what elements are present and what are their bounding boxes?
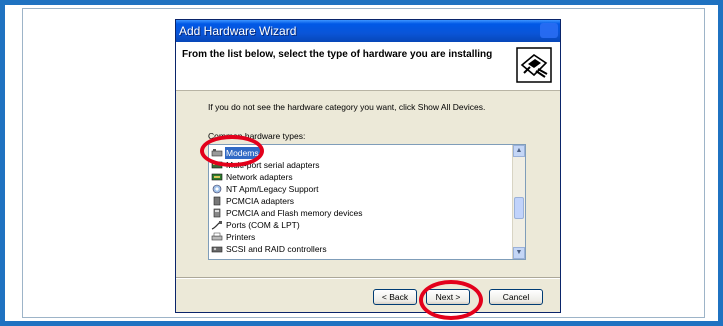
scrollbar-thumb[interactable] xyxy=(514,197,524,219)
button-separator xyxy=(176,277,560,279)
list-item-label: Network adapters xyxy=(226,172,293,182)
back-button[interactable]: < Back xyxy=(373,289,417,305)
list-item[interactable]: PCMCIA and Flash memory devices xyxy=(211,207,364,219)
printer-icon xyxy=(211,232,225,242)
list-item[interactable]: NT Apm/Legacy Support xyxy=(211,183,364,195)
list-item[interactable]: Network adapters xyxy=(211,171,364,183)
serial-adapter-icon xyxy=(211,160,225,170)
flash-memory-icon xyxy=(211,208,225,218)
title-bar[interactable]: Add Hardware Wizard xyxy=(176,20,560,42)
list-item[interactable]: Multi-port serial adapters xyxy=(211,159,364,171)
instruction-text: If you do not see the hardware category … xyxy=(208,102,486,112)
list-item-label: Ports (COM & LPT) xyxy=(226,220,300,230)
list-item-label: Multi-port serial adapters xyxy=(226,160,320,170)
list-item[interactable]: PCMCIA adapters xyxy=(211,195,364,207)
list-item-label: Printers xyxy=(226,232,256,242)
wizard-heading: From the list below, select the type of … xyxy=(182,49,493,60)
list-item-label: SCSI and RAID controllers xyxy=(226,244,327,254)
window-title: Add Hardware Wizard xyxy=(179,24,297,38)
list-item-label: Modems xyxy=(225,147,260,159)
scroll-down-button[interactable]: ▼ xyxy=(513,247,525,259)
list-item[interactable]: Printers xyxy=(211,231,364,243)
legacy-support-icon xyxy=(211,184,225,194)
list-item[interactable]: SCSI and RAID controllers xyxy=(211,243,364,255)
list-item-label: PCMCIA and Flash memory devices xyxy=(226,208,363,218)
vertical-scrollbar[interactable]: ▲ ▼ xyxy=(512,145,525,259)
scroll-up-button[interactable]: ▲ xyxy=(513,145,525,157)
hardware-types-listbox[interactable]: Modems Multi-port serial adapters Network … xyxy=(208,144,526,260)
hardware-types-label: Common hardware types: xyxy=(208,131,306,141)
port-icon xyxy=(211,220,225,230)
wizard-header: From the list below, select the type of … xyxy=(176,42,560,91)
hardware-wizard-icon xyxy=(516,47,552,83)
pcmcia-icon xyxy=(211,196,225,206)
cancel-button[interactable]: Cancel xyxy=(489,289,543,305)
title-bar-cap xyxy=(540,23,558,38)
next-button[interactable]: Next > xyxy=(426,289,470,305)
list-items: Modems Multi-port serial adapters Network … xyxy=(211,147,364,255)
list-item-label: PCMCIA adapters xyxy=(226,196,295,206)
list-item-label: NT Apm/Legacy Support xyxy=(226,184,319,194)
list-item[interactable]: Modems xyxy=(211,147,364,159)
add-hardware-wizard-dialog: Add Hardware Wizard From the list below,… xyxy=(176,20,560,312)
network-adapter-icon xyxy=(211,172,225,182)
scsi-icon xyxy=(211,244,225,254)
list-item[interactable]: Ports (COM & LPT) xyxy=(211,219,364,231)
modem-icon xyxy=(211,148,225,158)
